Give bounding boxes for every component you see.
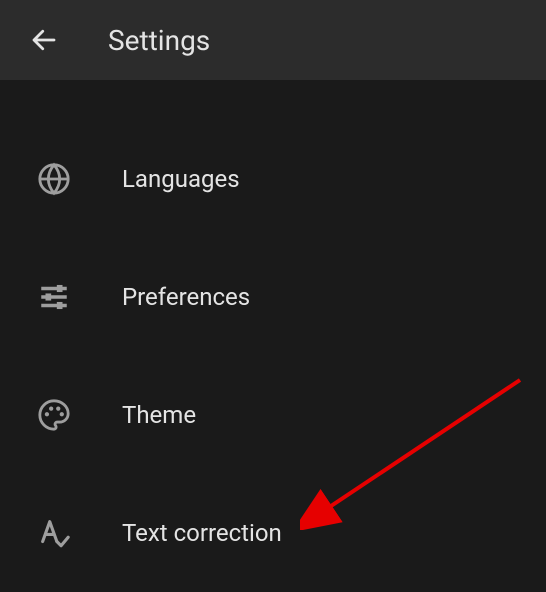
menu-item-languages[interactable]: Languages (0, 120, 546, 238)
menu-item-label: Theme (122, 401, 196, 429)
settings-menu-list: Languages Preferences Theme (0, 80, 546, 592)
back-arrow-icon (29, 25, 59, 55)
globe-icon (34, 159, 74, 199)
menu-item-label: Text correction (122, 519, 282, 547)
text-check-icon (34, 513, 74, 553)
menu-item-label: Languages (122, 165, 240, 193)
menu-item-theme[interactable]: Theme (0, 356, 546, 474)
page-title: Settings (108, 24, 210, 57)
menu-item-text-correction[interactable]: Text correction (0, 474, 546, 592)
back-button[interactable] (24, 20, 64, 60)
menu-item-preferences[interactable]: Preferences (0, 238, 546, 356)
menu-item-label: Preferences (122, 283, 250, 311)
sliders-icon (34, 277, 74, 317)
header-bar: Settings (0, 0, 546, 80)
palette-icon (34, 395, 74, 435)
